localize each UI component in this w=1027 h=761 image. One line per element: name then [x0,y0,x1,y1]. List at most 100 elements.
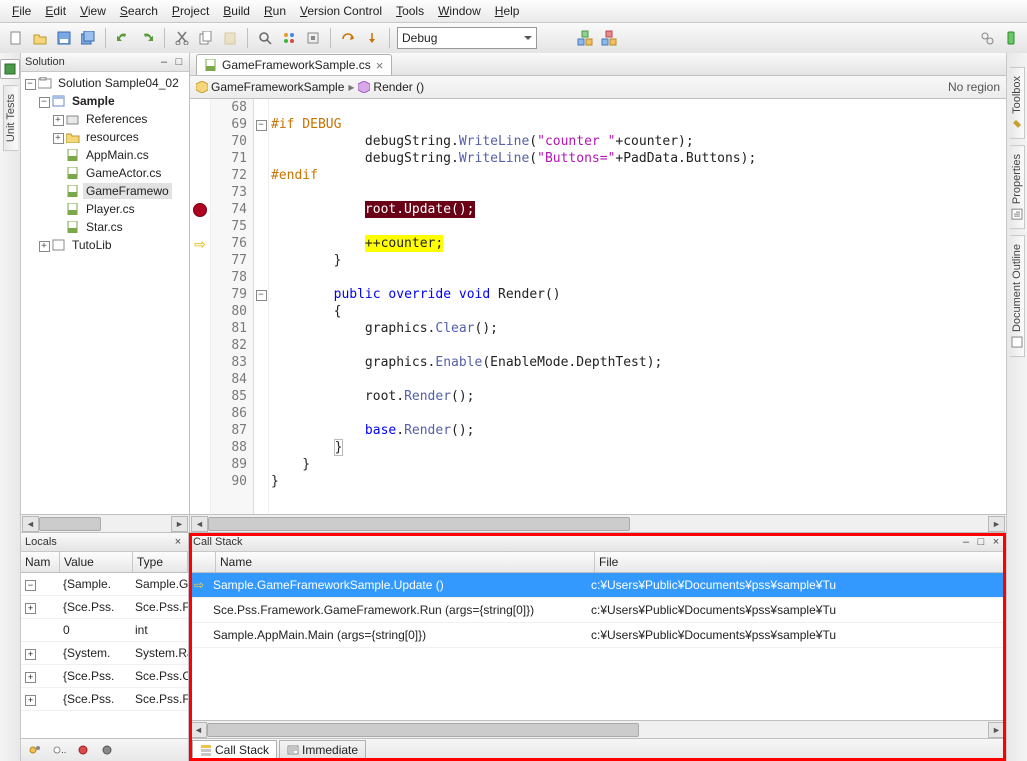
locals-row[interactable]: −{Sample.Sample.Ga [21,573,188,596]
editor-hscroll[interactable]: ◄ ► [190,514,1006,532]
build-icon[interactable] [575,28,595,48]
file-icon [65,202,81,216]
menu-version-control[interactable]: Version Control [294,2,388,20]
callstack-row[interactable]: ⇨Sample.GameFrameworkSample.Update ()c:¥… [189,573,1006,598]
crumb-class[interactable]: GameFrameworkSample [196,80,344,94]
outline-icon [1011,336,1023,348]
locals-view-3-icon[interactable] [72,740,94,760]
region-combo[interactable]: No region [948,80,1000,94]
locals-view-4-icon[interactable] [96,740,118,760]
cut-icon[interactable] [172,28,192,48]
project-icon [51,94,67,108]
properties-icon [1011,208,1023,220]
doc-tab[interactable]: GameFrameworkSample.cs × [196,54,392,75]
tab-callstack[interactable]: Call Stack [192,740,277,760]
maximize-icon[interactable]: □ [975,536,987,548]
menu-run[interactable]: Run [258,2,292,20]
tree-root[interactable]: − Solution Sample04_02 [21,74,189,92]
tree-item[interactable]: GameFramewo [21,182,189,200]
tree-item[interactable]: GameActor.cs [21,164,189,182]
menu-file[interactable]: File [6,2,37,20]
locals-row[interactable]: +{Sce.Pss.Sce.Pss.Cor [21,665,188,688]
menu-build[interactable]: Build [217,2,256,20]
callstack-tab-strip: Call Stack Immediate [189,738,1006,761]
tree-item[interactable]: +References [21,110,189,128]
menu-view[interactable]: View [74,2,112,20]
file-icon [65,148,81,162]
toolbox-icon [1011,118,1023,130]
solution-icon [37,76,53,90]
class-icon [196,81,208,93]
breadcrumb: GameFrameworkSample ▸ Render () No regio… [190,76,1006,99]
tool-a-icon[interactable] [977,28,997,48]
locals-view-2-icon[interactable]: … [48,740,70,760]
callstack-hscroll[interactable]: ◄ ► [189,720,1006,738]
nav-fwd-icon[interactable] [303,28,323,48]
file-icon [65,112,81,126]
doc-outline-tab[interactable]: Document Outline [1010,235,1025,357]
close-icon[interactable]: × [172,536,184,548]
locals-columns[interactable]: Nam Value Type [21,552,188,573]
callstack-row[interactable]: Sce.Pss.Framework.GameFramework.Run (arg… [189,598,1006,623]
tree-project[interactable]: − Sample [21,92,189,110]
callstack-header: Call Stack – □ × [189,533,1006,552]
menu-project[interactable]: Project [166,2,215,20]
locals-view-1-icon[interactable] [24,740,46,760]
menu-tools[interactable]: Tools [390,2,430,20]
save-all-icon[interactable] [78,28,98,48]
tree-item[interactable]: Star.cs [21,218,189,236]
current-line-icon: ⇨ [194,237,206,251]
menu-search[interactable]: Search [114,2,164,20]
callstack-row[interactable]: Sample.AppMain.Main (args={string[0]})c:… [189,623,1006,648]
config-combo[interactable]: Debug [397,27,537,49]
file-icon [65,220,81,234]
locals-row[interactable]: 0int [21,619,188,642]
tree-item[interactable]: AppMain.cs [21,146,189,164]
locals-row[interactable]: +{Sce.Pss.Sce.Pss.Fra [21,596,188,619]
toolbar: Debug [0,23,1027,54]
rebuild-icon[interactable] [599,28,619,48]
callstack-columns[interactable]: Name File [189,552,1006,573]
doc-tab-strip: GameFrameworkSample.cs × [190,53,1006,76]
new-file-icon[interactable] [6,28,26,48]
copy-icon[interactable] [196,28,216,48]
step-over-icon[interactable] [338,28,358,48]
tool-b-icon[interactable] [1001,28,1021,48]
close-icon[interactable]: × [990,536,1002,548]
menu-window[interactable]: Window [432,2,487,20]
csharp-file-icon [205,59,217,71]
locals-tab-strip: … [21,738,188,761]
menu-edit[interactable]: Edit [39,2,72,20]
crumb-method[interactable]: Render () [358,80,424,94]
nav-back-icon[interactable] [279,28,299,48]
properties-tab[interactable]: Properties [1010,145,1025,229]
minimize-icon[interactable]: – [960,536,972,548]
tab-close-icon[interactable]: × [376,59,384,72]
redo-icon[interactable] [137,28,157,48]
unit-tests-tab[interactable]: Unit Tests [3,85,18,151]
save-icon[interactable] [54,28,74,48]
undo-icon[interactable] [113,28,133,48]
open-icon[interactable] [30,28,50,48]
solution-hscroll[interactable]: ◄ ► [21,514,189,532]
solution-header: Solution – □ [21,53,189,72]
locals-panel: Locals × Nam Value Type −{Sample.Sample.… [21,533,189,761]
tree-item[interactable]: Player.cs [21,200,189,218]
tab-immediate[interactable]: Immediate [279,740,366,760]
tree-extra[interactable]: + TutoLib [21,236,189,254]
menu-help[interactable]: Help [489,2,526,20]
step-into-icon[interactable] [362,28,382,48]
locals-row[interactable]: +{System.System.Ran [21,642,188,665]
callstack-icon [200,744,212,756]
find-icon[interactable] [255,28,275,48]
tree-item[interactable]: +resources [21,128,189,146]
close-icon[interactable]: □ [173,56,185,68]
paste-icon[interactable] [220,28,240,48]
code-editor[interactable]: ⇨ 68697071727374757677787980818283848586… [190,99,1006,514]
rail-icon[interactable] [0,59,20,79]
solution-tree[interactable]: − Solution Sample04_02 − Sample +Referen… [21,72,189,514]
toolbox-tab[interactable]: Toolbox [1010,67,1025,139]
locals-row[interactable]: +{Sce.Pss.Sce.Pss.Fra [21,688,188,711]
minimize-icon[interactable]: – [158,56,170,68]
breakpoint-icon[interactable] [193,203,207,217]
